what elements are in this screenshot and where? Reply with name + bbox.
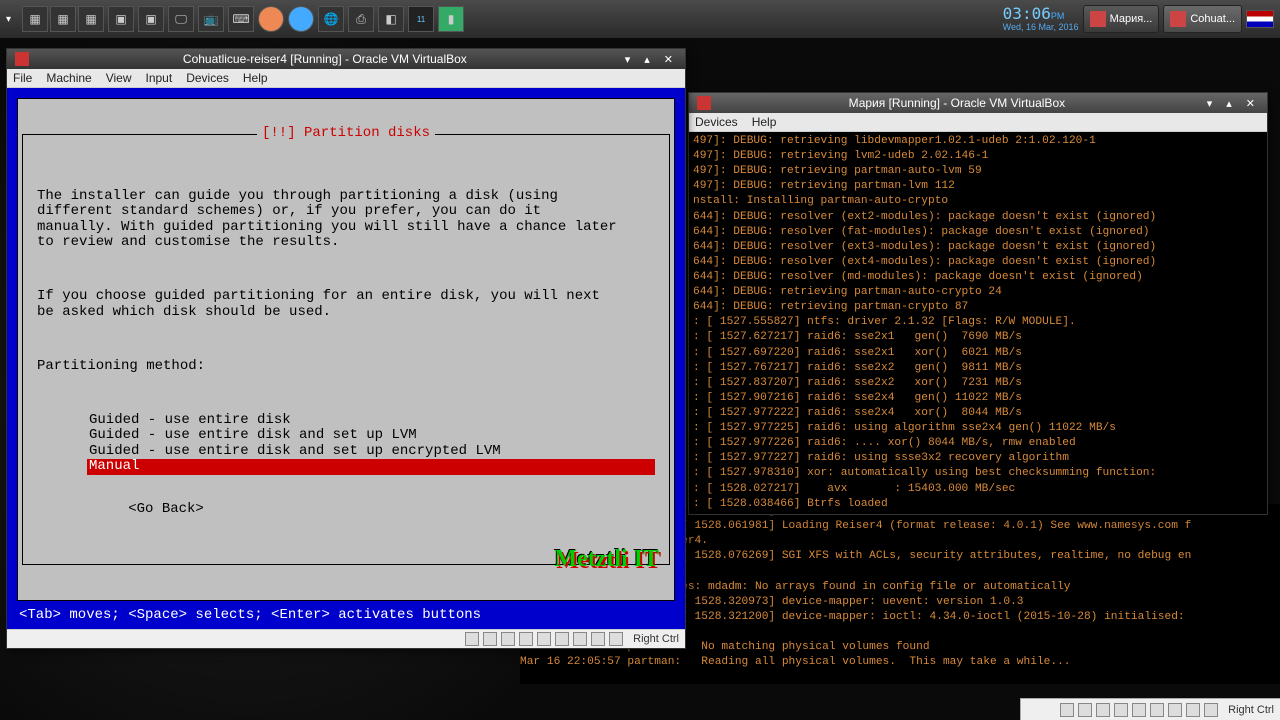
minimize-icon[interactable]: ▾ xyxy=(1203,97,1217,110)
network-icon[interactable] xyxy=(1114,703,1128,717)
menubar: Devices Help xyxy=(689,113,1267,132)
app-launcher-icon[interactable]: ▣ xyxy=(108,6,134,32)
usb-icon[interactable] xyxy=(501,632,515,646)
menu-view[interactable]: View xyxy=(106,71,132,85)
display-icon[interactable] xyxy=(1150,703,1164,717)
firefox-icon[interactable] xyxy=(258,6,284,32)
vbox-statusbar: Right Ctrl xyxy=(1020,698,1280,720)
maximize-icon[interactable]: ▴ xyxy=(640,53,654,66)
clock-ampm: PM xyxy=(1051,11,1065,21)
watermark-logo: Metztli IT xyxy=(554,546,659,572)
vbox-statusbar: Right Ctrl xyxy=(7,629,685,648)
workspace-switcher-icon[interactable]: ▦ xyxy=(50,6,76,32)
taskbar-label: Cohuat... xyxy=(1190,13,1235,25)
menu-machine[interactable]: Machine xyxy=(46,71,91,85)
battery-icon[interactable]: ▮ xyxy=(438,6,464,32)
partition-option[interactable]: Manual xyxy=(87,459,655,474)
menu-devices[interactable]: Devices xyxy=(695,115,738,129)
go-back-button[interactable]: <Go Back> xyxy=(128,502,204,517)
host-key-label: Right Ctrl xyxy=(633,633,679,645)
display-icon[interactable] xyxy=(555,632,569,646)
host-key-label: Right Ctrl xyxy=(1228,704,1274,716)
keyboard-icon[interactable] xyxy=(1204,703,1218,717)
taskbar-button-vm2[interactable]: Cohuat... xyxy=(1163,5,1242,33)
recording-icon[interactable] xyxy=(573,632,587,646)
printer-icon[interactable]: ⎙ xyxy=(348,6,374,32)
optical-icon[interactable] xyxy=(1078,703,1092,717)
vbox-icon xyxy=(1090,11,1106,27)
recording-icon[interactable] xyxy=(1168,703,1182,717)
dialog-paragraph: The installer can guide you through part… xyxy=(37,189,655,251)
cpu-meter-icon[interactable]: 11 xyxy=(408,6,434,32)
vbox-icon xyxy=(697,96,711,110)
menu-help[interactable]: Help xyxy=(243,71,268,85)
minimize-icon[interactable]: ▾ xyxy=(621,53,635,66)
vbox-icon xyxy=(15,52,29,66)
taskbar-label: Мария... xyxy=(1110,13,1153,25)
hdd-icon[interactable] xyxy=(1060,703,1074,717)
maximize-icon[interactable]: ▴ xyxy=(1222,97,1236,110)
menu-file[interactable]: File xyxy=(13,71,32,85)
tv-icon[interactable]: 📺 xyxy=(198,6,224,32)
partition-option[interactable]: Guided - use entire disk xyxy=(87,413,655,428)
terminal-icon[interactable]: ⌨ xyxy=(228,6,254,32)
workspace-switcher-icon[interactable]: ▦ xyxy=(22,6,48,32)
hdd-icon[interactable] xyxy=(465,632,479,646)
panel-clock[interactable]: 03:06PM Wed, 16 Mar, 2016 xyxy=(1003,6,1079,32)
desktop-panel: ▾ ▦ ▦ ▦ ▣ ▣ 🖵 📺 ⌨ 🌐 ⎙ ◧ 11 ▮ 03:06PM Wed… xyxy=(0,0,1280,38)
network-icon[interactable] xyxy=(519,632,533,646)
dialog-paragraph: If you choose guided partitioning for an… xyxy=(37,289,655,320)
mouse-integration-icon[interactable] xyxy=(1186,703,1200,717)
chromium-icon[interactable] xyxy=(288,6,314,32)
mouse-integration-icon[interactable] xyxy=(591,632,605,646)
dialog-title: [!!] Partition disks xyxy=(257,126,435,141)
shared-folder-icon[interactable] xyxy=(537,632,551,646)
installer-footer-hint: <Tab> moves; <Space> selects; <Enter> ac… xyxy=(13,605,679,623)
vbox-icon xyxy=(1170,11,1186,27)
taskbar-button-vm1[interactable]: Мария... xyxy=(1083,5,1160,33)
optical-icon[interactable] xyxy=(483,632,497,646)
terminal-output: 497]: DEBUG: retrieving libdevmapper1.02… xyxy=(689,132,1267,514)
method-label: Partitioning method: xyxy=(37,359,655,374)
close-icon[interactable]: ✕ xyxy=(660,53,677,66)
vbox-window-terminal: Мария [Running] - Oracle VM VirtualBox ▾… xyxy=(688,92,1268,515)
usb-icon[interactable] xyxy=(1096,703,1110,717)
clock-date: Wed, 16 Mar, 2016 xyxy=(1003,23,1079,32)
menu-input[interactable]: Input xyxy=(146,71,173,85)
menu-help[interactable]: Help xyxy=(752,115,777,129)
computer-icon[interactable]: 🖵 xyxy=(168,6,194,32)
panel-menu-arrow[interactable]: ▾ xyxy=(6,14,18,25)
workspace-switcher-icon[interactable]: ▦ xyxy=(78,6,104,32)
partition-option[interactable]: Guided - use entire disk and set up encr… xyxy=(87,444,655,459)
window-titlebar[interactable]: Мария [Running] - Oracle VM VirtualBox ▾… xyxy=(689,93,1267,113)
window-titlebar[interactable]: Cohuatlicue-reiser4 [Running] - Oracle V… xyxy=(7,49,685,69)
clock-time: 03:06 xyxy=(1003,4,1051,23)
app-launcher-icon[interactable]: ▣ xyxy=(138,6,164,32)
window-title: Мария [Running] - Oracle VM VirtualBox xyxy=(717,96,1197,110)
app-icon[interactable]: ◧ xyxy=(378,6,404,32)
menu-devices[interactable]: Devices xyxy=(186,71,229,85)
globe-icon[interactable]: 🌐 xyxy=(318,6,344,32)
menubar: File Machine View Input Devices Help xyxy=(7,69,685,88)
shared-folder-icon[interactable] xyxy=(1132,703,1146,717)
vbox-window-installer: Cohuatlicue-reiser4 [Running] - Oracle V… xyxy=(6,48,686,649)
keyboard-icon[interactable] xyxy=(609,632,623,646)
window-title: Cohuatlicue-reiser4 [Running] - Oracle V… xyxy=(35,52,615,66)
close-icon[interactable]: ✕ xyxy=(1242,97,1259,110)
keyboard-layout-flag-icon[interactable] xyxy=(1246,10,1274,28)
partition-option[interactable]: Guided - use entire disk and set up LVM xyxy=(87,428,655,443)
